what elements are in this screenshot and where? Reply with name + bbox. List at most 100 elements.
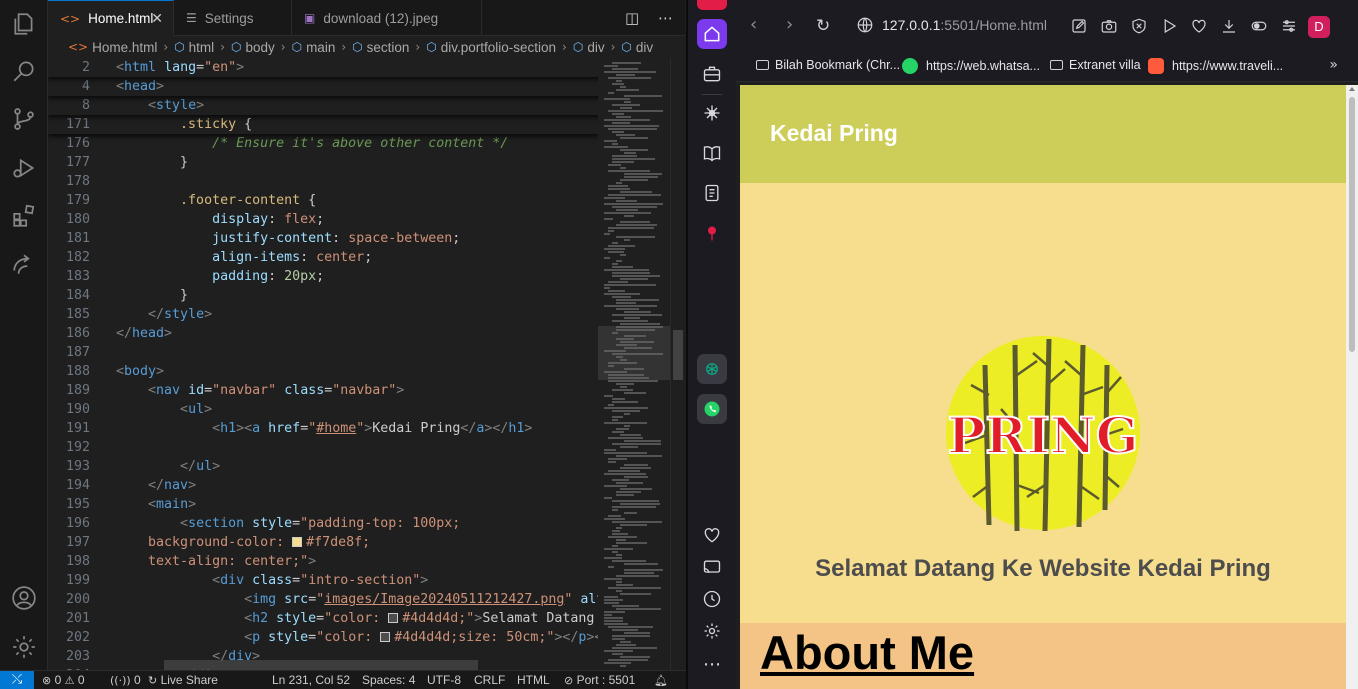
minimap[interactable] xyxy=(598,58,670,670)
code-line[interactable]: 185 </style> xyxy=(48,305,598,324)
whatsapp-app-icon[interactable] xyxy=(697,394,727,424)
code-line[interactable]: 198 text-align: center;"> xyxy=(48,552,598,571)
page-scrollbar[interactable] xyxy=(1346,85,1358,689)
more-actions-icon[interactable]: ⋯ xyxy=(658,9,673,27)
bookmark-folder[interactable]: Extranet villa xyxy=(1050,58,1141,72)
account-icon[interactable] xyxy=(10,584,38,612)
problems-indicator[interactable]: ⊗ 0 ⚠ 0 xyxy=(42,673,85,687)
close-icon[interactable]: ✕ xyxy=(151,11,163,27)
code-line[interactable]: 187 xyxy=(48,343,598,362)
indentation[interactable]: Spaces: 4 xyxy=(362,673,415,687)
breadcrumb-item[interactable]: › ⬡ div.portfolio-section xyxy=(409,40,556,55)
bookmark-folder[interactable]: Bilah Bookmark (Chr... xyxy=(756,58,900,72)
code-line[interactable]: 179 .footer-content { xyxy=(48,191,598,210)
code-line[interactable]: 191 <h1><a href="#home">Kedai Pring</a><… xyxy=(48,419,598,438)
explorer-icon[interactable] xyxy=(10,10,38,38)
scroll-up-arrow-icon[interactable] xyxy=(1349,87,1355,91)
code-line[interactable]: 188 <body> xyxy=(48,362,598,381)
bookmark-whatsapp[interactable]: https://web.whatsa... xyxy=(902,58,1040,74)
line-ending[interactable]: CRLF xyxy=(474,673,505,687)
code-line[interactable]: 177 } xyxy=(48,153,598,172)
notes-icon[interactable] xyxy=(700,181,724,205)
color-swatch[interactable] xyxy=(380,632,391,642)
color-swatch[interactable] xyxy=(388,613,399,623)
code-line[interactable]: 178 xyxy=(48,172,598,191)
code-line[interactable]: 171 .sticky { xyxy=(48,115,598,134)
code-line[interactable]: 200 <img src="images/Image20240511212427… xyxy=(48,590,598,609)
code-line[interactable]: 202 <p style="color: #4d4d4d;size: 50cm;… xyxy=(48,628,598,647)
code-line[interactable]: 192 xyxy=(48,438,598,457)
code-line[interactable]: 184 } xyxy=(48,286,598,305)
live-server-port[interactable]: ⊘ Port : 5501 xyxy=(564,673,635,687)
code-line[interactable]: 201 <h2 style="color: #4d4d4d;">Selamat … xyxy=(48,609,598,628)
breadcrumb-item[interactable]: › ⬡ div xyxy=(605,40,654,55)
notifications-bell-icon[interactable]: 🔔︎ xyxy=(654,673,668,687)
run-debug-icon[interactable] xyxy=(10,154,38,182)
download-icon[interactable] xyxy=(1220,17,1238,35)
camera-icon[interactable] xyxy=(1100,17,1118,35)
page-scrollbar-thumb[interactable] xyxy=(1349,97,1355,352)
manage-gear-icon[interactable] xyxy=(10,633,38,661)
scrollbar-thumb[interactable] xyxy=(673,330,683,380)
tab-download-jpeg[interactable]: ▣ download (12).jpeg xyxy=(292,0,482,36)
tab-home-html[interactable]: <> Home.html ✕ xyxy=(48,0,174,36)
code-line[interactable]: 180 display: flex; xyxy=(48,210,598,229)
home-button[interactable] xyxy=(697,19,727,49)
code-line[interactable]: 8 <style> xyxy=(48,96,598,115)
split-editor-icon[interactable]: ◫ xyxy=(625,9,639,27)
more-dots-icon[interactable]: ⋯ xyxy=(700,652,724,676)
code-line[interactable]: 2 <html lang="en"> xyxy=(48,58,598,77)
heart-icon[interactable] xyxy=(700,523,724,547)
code-line[interactable]: 196 <section style="padding-top: 100px; xyxy=(48,514,598,533)
color-swatch[interactable] xyxy=(292,537,303,547)
back-arrow-icon[interactable]: ‹ xyxy=(750,14,757,35)
editor-vertical-scrollbar[interactable] xyxy=(670,58,684,670)
code-line[interactable]: 183 padding: 20px; xyxy=(48,267,598,286)
breadcrumb-item[interactable]: › ⬡ div xyxy=(556,40,605,55)
code-line[interactable]: 195 <main> xyxy=(48,495,598,514)
code-line[interactable]: 194 </nav> xyxy=(48,476,598,495)
forward-arrow-icon[interactable]: › xyxy=(786,14,793,35)
profile-avatar[interactable]: D xyxy=(1308,16,1330,38)
code-line[interactable]: 186 </head> xyxy=(48,324,598,343)
map-pin-icon[interactable] xyxy=(700,221,724,245)
code-line[interactable]: 182 align-items: center; xyxy=(48,248,598,267)
settings-gear-icon[interactable] xyxy=(700,619,724,643)
breadcrumb-item[interactable]: › ⬡ section xyxy=(335,40,409,55)
heart-outline-icon[interactable] xyxy=(1190,17,1208,35)
shield-icon[interactable] xyxy=(1130,17,1148,35)
source-control-icon[interactable] xyxy=(10,105,38,133)
search-icon[interactable] xyxy=(10,57,38,85)
code-line[interactable]: 181 justify-content: space-between; xyxy=(48,229,598,248)
brand-link[interactable]: Kedai Pring xyxy=(770,120,898,147)
code-line[interactable]: 197 background-color: #f7de8f; xyxy=(48,533,598,552)
ai-icon[interactable] xyxy=(700,101,724,125)
play-icon[interactable] xyxy=(1160,17,1178,35)
live-share-button[interactable]: ↻ Live Share xyxy=(148,673,218,687)
extensions-icon[interactable] xyxy=(10,202,38,230)
code-line[interactable]: 176 /* Ensure it's above other content *… xyxy=(48,134,598,153)
code-line[interactable]: 4 <head> xyxy=(48,77,598,96)
history-clock-icon[interactable] xyxy=(700,587,724,611)
code-editor[interactable]: 204 </div>203 </div>202 <p style="color:… xyxy=(48,58,598,670)
url-text[interactable]: 127.0.0.1:5501/Home.html xyxy=(882,17,1047,33)
book-icon[interactable] xyxy=(700,141,724,165)
edit-icon[interactable] xyxy=(1070,17,1088,35)
ports-indicator[interactable]: ((·)) 0 xyxy=(110,673,141,687)
breadcrumb-item[interactable]: › ⬡ body xyxy=(214,40,275,55)
remote-explorer-icon[interactable] xyxy=(10,250,38,278)
code-line[interactable]: 193 </ul> xyxy=(48,457,598,476)
briefcase-icon[interactable] xyxy=(700,62,724,86)
more-bookmarks-icon[interactable]: » xyxy=(1329,57,1338,73)
cursor-position[interactable]: Ln 231, Col 52 xyxy=(272,673,350,687)
horizontal-scrollbar[interactable] xyxy=(164,660,478,670)
cast-icon[interactable] xyxy=(700,555,724,579)
tab-settings[interactable]: ☰ Settings xyxy=(174,0,292,36)
breadcrumb-item[interactable]: › ⬡ html xyxy=(157,40,214,55)
chatgpt-app-icon[interactable] xyxy=(697,354,727,384)
breadcrumb-item[interactable]: <> Home.html xyxy=(68,40,157,55)
code-line[interactable]: 189 <nav id="navbar" class="navbar"> xyxy=(48,381,598,400)
breadcrumb-item[interactable]: › ⬡ main xyxy=(275,40,336,55)
bookmark-traveli[interactable]: https://www.traveli... xyxy=(1148,58,1283,74)
code-line[interactable]: 190 <ul> xyxy=(48,400,598,419)
